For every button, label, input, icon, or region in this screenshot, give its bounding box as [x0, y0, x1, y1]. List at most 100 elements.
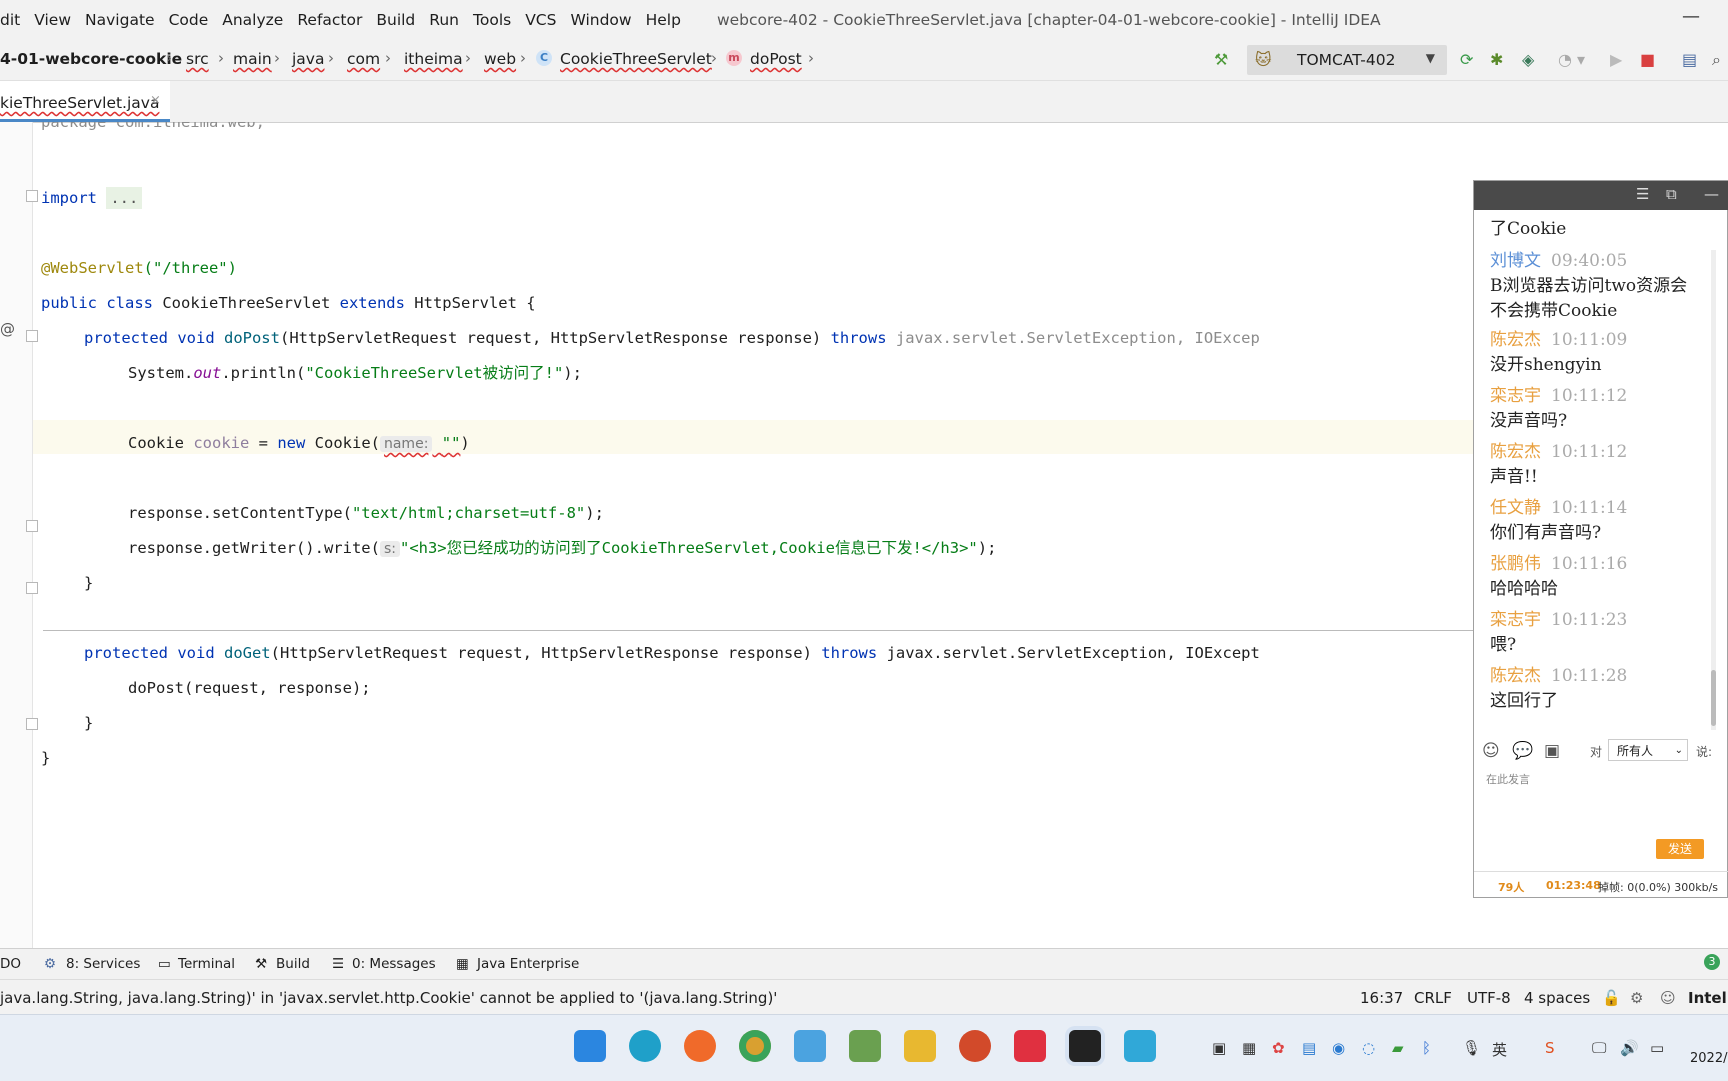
tray-app-icon[interactable]: ◉ [1332, 1039, 1345, 1057]
meeting-app-icon[interactable] [1124, 1030, 1156, 1062]
lock-icon[interactable]: 🔓 [1602, 989, 1621, 1007]
tray-app-icon[interactable]: ▦ [1242, 1039, 1256, 1057]
tray-app-icon[interactable]: ◌ [1362, 1039, 1375, 1057]
params: (HttpServletRequest request, HttpServlet… [270, 644, 822, 662]
run-configuration-select[interactable]: 🐱 TOMCAT-402 ▼ [1247, 45, 1447, 75]
breadcrumb-src[interactable]: src [186, 50, 209, 68]
windows-taskbar: ▣ ▦ ✿ ▤ ◉ ◌ ▰ ᛒ 🎙 英 S 🖵 🔊 ▭ 2022/ [0, 1014, 1728, 1081]
code-editor[interactable]: package com.itheima.web; import ... @Web… [33, 122, 1473, 948]
run-icon[interactable]: ▶ [1610, 50, 1622, 69]
profile-icon[interactable]: ◔ ▾ [1558, 50, 1585, 69]
tool-terminal[interactable]: Terminal [178, 956, 235, 972]
coverage-icon[interactable]: ◈ [1522, 50, 1534, 69]
tray-nvidia-icon[interactable]: ▰ [1392, 1039, 1404, 1057]
menu-edit[interactable]: dit [0, 11, 20, 29]
tray-app-icon[interactable]: ✿ [1272, 1039, 1285, 1057]
menu-tools[interactable]: Tools [473, 11, 511, 29]
rerun-icon[interactable]: ⟳ [1460, 50, 1473, 69]
menu-icon[interactable]: ☰ [1636, 185, 1649, 203]
chrome-icon[interactable] [739, 1030, 771, 1062]
menu-vcs[interactable]: VCS [525, 11, 556, 29]
notepad-icon[interactable] [849, 1030, 881, 1062]
inspector-icon[interactable]: ☺ [1660, 989, 1676, 1007]
event-log-badge[interactable]: 3 [1704, 954, 1720, 970]
breadcrumb-com[interactable]: com [347, 50, 380, 68]
tool-todo[interactable]: DO [0, 956, 21, 972]
override-marker-icon[interactable]: @ [0, 320, 15, 338]
input-method-icon[interactable]: 英 [1492, 1039, 1507, 1060]
minimize-icon[interactable]: — [1704, 185, 1719, 203]
breadcrumb-itheima[interactable]: itheima [404, 50, 463, 68]
menu-run[interactable]: Run [429, 11, 459, 29]
tab-cookiethreeservlet[interactable]: kieThreeServlet.java × [0, 81, 170, 122]
menu-analyze[interactable]: Analyze [222, 11, 283, 29]
status-message[interactable]: java.lang.String, java.lang.String)' in … [0, 989, 777, 1007]
menu-navigate[interactable]: Navigate [85, 11, 155, 29]
project-structure-icon[interactable]: ▤ [1682, 50, 1697, 69]
emoji-icon[interactable]: ☺ [1482, 741, 1500, 761]
menu-refactor[interactable]: Refactor [297, 11, 362, 29]
file-explorer-icon[interactable] [904, 1030, 936, 1062]
network-icon[interactable]: 🖵 [1592, 1039, 1606, 1057]
tray-app-icon[interactable]: ▤ [1302, 1039, 1316, 1057]
sender-name: 陈宏杰 [1490, 666, 1541, 686]
send-button[interactable]: 发送 [1656, 839, 1704, 859]
keyword: throws [821, 644, 887, 662]
breadcrumb-web[interactable]: web [484, 50, 516, 68]
battery-icon[interactable]: ▭ [1650, 1039, 1664, 1057]
scrollbar-thumb[interactable] [1711, 670, 1716, 726]
paint-icon[interactable] [794, 1030, 826, 1062]
close-icon[interactable]: × [150, 93, 161, 108]
menu-view[interactable]: View [34, 11, 71, 29]
tray-app-icon[interactable]: S [1545, 1039, 1555, 1057]
breadcrumb-project[interactable]: 4-01-webcore-cookie [0, 50, 182, 68]
intellij-icon[interactable] [1069, 1030, 1101, 1062]
keyword: throws [830, 329, 896, 347]
chat-scrollbar[interactable] [1711, 250, 1716, 730]
breadcrumb-java[interactable]: java [292, 50, 324, 68]
powerpoint-icon[interactable] [959, 1030, 991, 1062]
code-line-close: } [84, 714, 94, 732]
build-hammer-icon[interactable]: ⚒ [1214, 50, 1228, 69]
file-encoding[interactable]: UTF-8 [1467, 989, 1511, 1007]
caret-position[interactable]: 16:37 [1360, 989, 1403, 1007]
breadcrumb-class[interactable]: CookieThreeServlet [560, 50, 712, 68]
params: (HttpServletRequest request, HttpServlet… [279, 329, 831, 347]
vcs-icon[interactable]: ⚙ [1630, 989, 1643, 1007]
xmind-icon[interactable] [1014, 1030, 1046, 1062]
import-fold[interactable]: ... [106, 187, 143, 209]
tool-messages[interactable]: 0: Messages [352, 956, 436, 972]
recipient-select[interactable]: 所有人 ⌄ [1608, 739, 1688, 761]
volume-icon[interactable]: 🔊 [1620, 1039, 1639, 1057]
tool-services[interactable]: 8: Services [66, 956, 140, 972]
debug-bug-icon[interactable]: ✱ [1490, 50, 1503, 69]
tray-intellij-icon[interactable]: ▣ [1212, 1039, 1226, 1057]
status-bar: java.lang.String, java.lang.String)' in … [0, 979, 1728, 1015]
search-icon[interactable]: ⌕ [1712, 50, 1721, 70]
breadcrumb-main[interactable]: main [233, 50, 272, 68]
tool-build[interactable]: Build [276, 956, 310, 972]
keyword: public class [41, 294, 163, 312]
chevron-down-icon: ▼ [1425, 51, 1435, 65]
line-separator[interactable]: CRLF [1414, 989, 1452, 1007]
chat-input[interactable]: 在此发言 [1486, 771, 1706, 831]
minimize-icon[interactable]: — [1682, 6, 1700, 27]
edge-icon[interactable] [629, 1030, 661, 1062]
speech-bubble-icon[interactable]: 💬 [1512, 741, 1533, 761]
indent-setting[interactable]: 4 spaces [1524, 989, 1590, 1007]
popout-icon[interactable]: ⧉ [1666, 185, 1677, 203]
bluetooth-icon[interactable]: ᛒ [1422, 1039, 1431, 1057]
parameter-hint: name: [379, 436, 433, 452]
breadcrumb-method[interactable]: doPost [750, 50, 802, 68]
tool-java-enterprise[interactable]: Java Enterprise [477, 956, 579, 972]
windows-start-icon[interactable] [574, 1030, 606, 1062]
clock[interactable]: 2022/ [1690, 1051, 1727, 1066]
firefox-icon[interactable] [684, 1030, 716, 1062]
menu-help[interactable]: Help [646, 11, 681, 29]
stop-icon[interactable]: ■ [1640, 50, 1655, 69]
image-icon[interactable]: ▣ [1544, 741, 1560, 761]
menu-window[interactable]: Window [570, 11, 631, 29]
menu-code[interactable]: Code [169, 11, 209, 29]
microphone-icon[interactable]: 🎙 [1462, 1039, 1481, 1057]
menu-build[interactable]: Build [376, 11, 415, 29]
